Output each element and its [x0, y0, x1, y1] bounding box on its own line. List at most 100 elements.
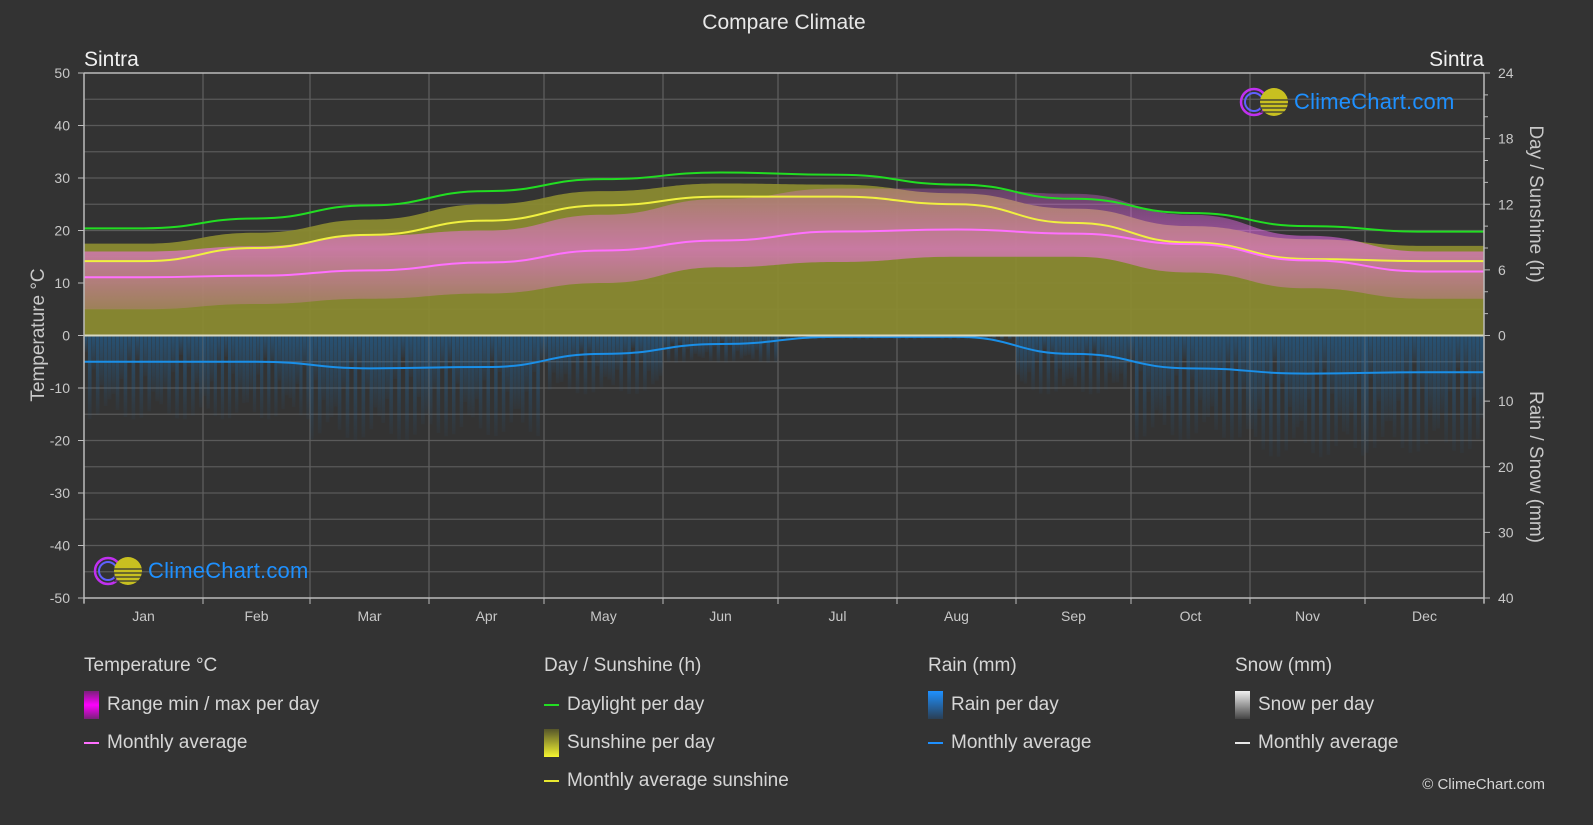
- rain-bar: [1269, 335, 1273, 457]
- legend-snow: Snow (mm) Snow per day Monthly average: [1235, 655, 1398, 769]
- rain-bar: [505, 335, 510, 392]
- right-top-tick-label: 0: [1498, 328, 1506, 344]
- rain-bar: [532, 335, 536, 372]
- rain-bar: [299, 335, 303, 416]
- rain-bar: [1311, 335, 1315, 454]
- rain-bar: [1031, 335, 1035, 391]
- rain-bar: [1077, 335, 1081, 368]
- rain-bar: [357, 335, 362, 368]
- rain-bar: [1452, 335, 1456, 451]
- rain-bar: [647, 335, 651, 372]
- rain-bar: [1027, 335, 1031, 373]
- right-bottom-axis-title: Rain / Snow (mm): [1525, 391, 1546, 543]
- rain-bar: [494, 335, 498, 437]
- rain-bar: [1357, 335, 1361, 390]
- legend-snow-title: Snow (mm): [1235, 655, 1333, 676]
- rain-bar: [686, 335, 690, 350]
- rain-bar: [281, 335, 285, 410]
- rain-bar: [555, 335, 560, 384]
- rain-bar: [587, 335, 592, 355]
- rain-bar: [463, 335, 467, 403]
- rain-bar: [373, 335, 378, 408]
- rain-bar: [490, 335, 494, 361]
- rain-bar: [1372, 335, 1377, 448]
- rain-bar: [467, 335, 471, 416]
- rain-bar: [1322, 335, 1327, 370]
- rain-bar: [1384, 335, 1389, 422]
- rain-bar: [1023, 335, 1028, 384]
- rain-bar: [1326, 335, 1331, 455]
- rain-bar: [1380, 335, 1385, 438]
- rain-bar: [1085, 335, 1089, 357]
- legend-sun: Day / Sunshine (h) Daylight per day Suns…: [544, 655, 789, 807]
- rain-bar: [1234, 335, 1238, 368]
- month-label: Apr: [476, 608, 498, 624]
- rain-bar: [1456, 335, 1460, 368]
- rain-bar: [709, 335, 713, 361]
- location-left: Sintra: [84, 48, 139, 71]
- legend-item-sunshine-avg: Monthly average sunshine: [544, 769, 789, 793]
- legend-label: Rain per day: [951, 694, 1059, 715]
- rain-bar: [1424, 335, 1429, 445]
- left-tick-label: -50: [50, 590, 70, 606]
- rain-bar: [655, 335, 659, 381]
- legend-label: Sunshine per day: [567, 732, 715, 753]
- rain-bar: [1253, 335, 1258, 437]
- rain-bar: [1138, 335, 1143, 372]
- rain-bar: [1039, 335, 1043, 394]
- rain-bar: [1288, 335, 1292, 407]
- rain-bar: [1218, 335, 1222, 388]
- rain-bar: [716, 335, 721, 363]
- rain-bar: [369, 335, 374, 430]
- temp-range-swatch-icon: [84, 691, 99, 719]
- rain-bar: [1206, 335, 1210, 417]
- rain-bar: [1182, 335, 1187, 359]
- rain-bar: [682, 335, 686, 363]
- rain-bar: [210, 335, 214, 382]
- rain-bar: [1388, 335, 1393, 422]
- rain-bar: [217, 335, 221, 366]
- rain-bar: [536, 335, 540, 437]
- rain-bar: [452, 335, 456, 435]
- rain-bar: [1416, 335, 1421, 452]
- rain-bar: [1069, 335, 1074, 378]
- rain-bar: [678, 335, 682, 344]
- legend-label: Monthly average: [1258, 732, 1399, 753]
- rain-bar: [227, 335, 232, 419]
- right-top-tick-label: 12: [1498, 196, 1514, 212]
- rain-bar: [159, 335, 163, 405]
- rain-bar: [267, 335, 271, 420]
- rain-bar: [179, 335, 183, 356]
- rain-bar: [329, 335, 334, 417]
- rain-bar: [591, 335, 596, 393]
- legend-label: Monthly average: [107, 732, 248, 753]
- rain-bar: [321, 335, 326, 400]
- month-label: Oct: [1180, 608, 1202, 624]
- right-top-tick-label: 24: [1498, 65, 1514, 81]
- chart-title: Compare Climate: [702, 11, 865, 34]
- rain-bar: [1292, 335, 1296, 439]
- watermark-logo-bottom: ClimeChart.com: [92, 555, 309, 587]
- rain-bar: [167, 335, 171, 414]
- rain-bar: [559, 335, 564, 382]
- rain-bar: [1054, 335, 1058, 392]
- rain-bar: [288, 335, 292, 398]
- rain-bar: [1353, 335, 1357, 448]
- rain-bar: [1065, 335, 1070, 379]
- rain-bar: [432, 335, 437, 389]
- left-tick-label: 30: [54, 170, 70, 186]
- rain-bar: [1276, 335, 1281, 457]
- rain-bar: [115, 335, 120, 411]
- legend-temperature: Temperature °C Range min / max per day M…: [84, 655, 319, 769]
- rain-bar: [397, 335, 401, 440]
- rain-bar: [743, 335, 747, 356]
- rain-bar: [277, 335, 282, 381]
- rain-bar: [1408, 335, 1413, 453]
- rain-bar: [155, 335, 159, 402]
- rain-bar: [1420, 335, 1425, 389]
- rain-bar: [1315, 335, 1319, 376]
- rain-bar: [1345, 335, 1350, 435]
- left-tick-label: -40: [50, 538, 70, 554]
- rain-bar: [436, 335, 441, 433]
- rain-bar: [231, 335, 235, 374]
